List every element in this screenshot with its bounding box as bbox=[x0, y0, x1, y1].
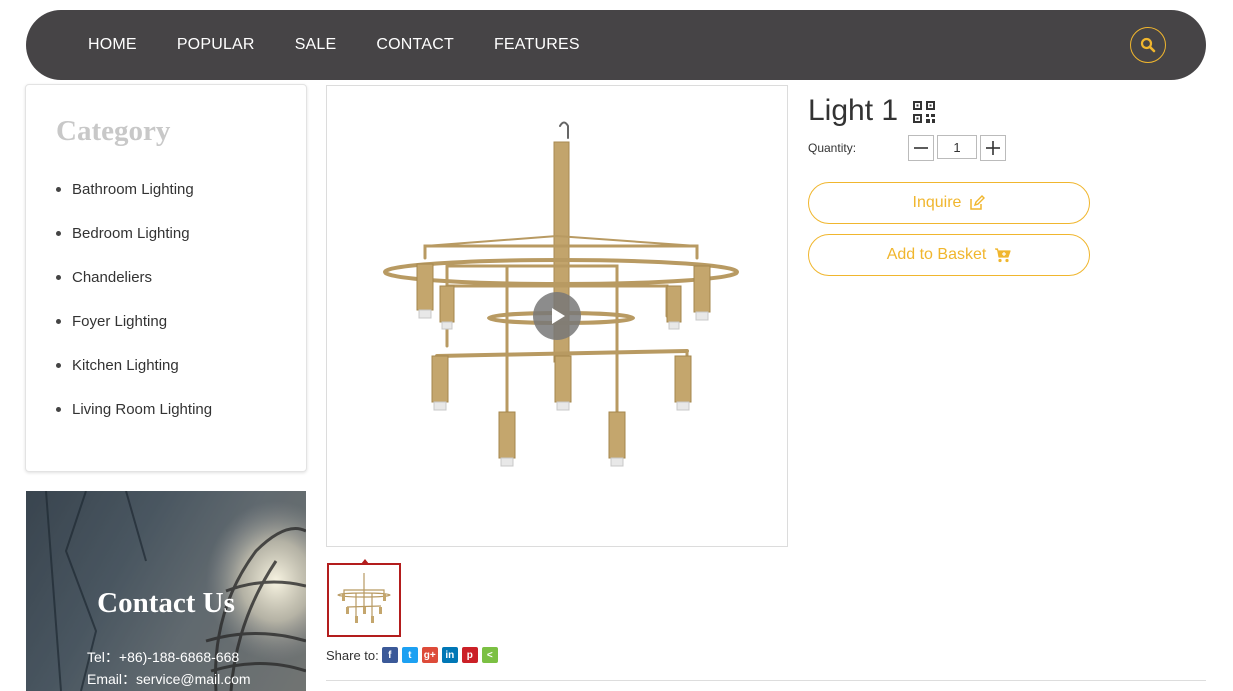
category-item-kitchen[interactable]: Kitchen Lighting bbox=[56, 355, 212, 399]
quantity-label: Quantity: bbox=[808, 141, 857, 155]
contact-banner: Contact Us Tel：+86)-188-6868-668 Email：s… bbox=[26, 491, 306, 691]
contact-email: Email：service@mail.com bbox=[87, 671, 251, 687]
nav-features[interactable]: FEATURES bbox=[494, 36, 580, 54]
share-label: Share to: bbox=[326, 647, 379, 663]
edit-icon bbox=[969, 195, 986, 211]
qr-code-icon[interactable] bbox=[912, 100, 936, 124]
nav-contact[interactable]: CONTACT bbox=[376, 36, 454, 54]
inquire-label: Inquire bbox=[912, 194, 962, 211]
quantity-increase-button[interactable] bbox=[980, 135, 1006, 161]
category-panel: Category Bathroom Lighting Bedroom Light… bbox=[25, 84, 307, 472]
category-item-foyer[interactable]: Foyer Lighting bbox=[56, 311, 212, 355]
category-item-bedroom[interactable]: Bedroom Lighting bbox=[56, 223, 212, 267]
add-to-basket-label: Add to Basket bbox=[886, 246, 987, 263]
linkedin-icon[interactable]: in bbox=[441, 647, 458, 663]
nav-sale[interactable]: SALE bbox=[295, 36, 337, 54]
minus-icon bbox=[914, 147, 928, 149]
play-icon bbox=[552, 308, 565, 324]
section-divider bbox=[326, 680, 1206, 681]
category-item-living-room[interactable]: Living Room Lighting bbox=[56, 399, 212, 443]
product-title: Light 1 bbox=[808, 94, 899, 127]
nav-popular[interactable]: POPULAR bbox=[177, 36, 255, 54]
category-item-chandeliers[interactable]: Chandeliers bbox=[56, 267, 212, 311]
product-main-image[interactable] bbox=[326, 85, 788, 547]
quantity-decrease-button[interactable] bbox=[908, 135, 934, 161]
twitter-icon[interactable]: t bbox=[401, 647, 418, 663]
quantity-input[interactable] bbox=[937, 135, 977, 159]
top-nav: HOME POPULAR SALE CONTACT FEATURES bbox=[26, 10, 1206, 80]
google-plus-icon[interactable]: g+ bbox=[421, 647, 438, 663]
search-icon bbox=[1140, 37, 1156, 53]
share-icon[interactable]: < bbox=[481, 647, 498, 663]
nav-home[interactable]: HOME bbox=[88, 36, 137, 54]
category-list: Bathroom Lighting Bedroom Lighting Chand… bbox=[56, 179, 212, 443]
chandelier-thumbnail-image bbox=[337, 573, 391, 623]
thumbnail-indicator bbox=[361, 559, 369, 564]
plus-icon bbox=[986, 141, 1000, 155]
category-title: Category bbox=[56, 115, 171, 147]
nav-links: HOME POPULAR SALE CONTACT FEATURES bbox=[88, 36, 620, 54]
facebook-icon[interactable]: f bbox=[381, 647, 398, 663]
cart-icon bbox=[994, 247, 1011, 263]
inquire-button[interactable]: Inquire bbox=[808, 182, 1090, 224]
play-video-button[interactable] bbox=[533, 292, 581, 340]
category-item-bathroom[interactable]: Bathroom Lighting bbox=[56, 179, 212, 223]
pinterest-icon[interactable]: p bbox=[461, 647, 478, 663]
contact-title: Contact Us bbox=[97, 587, 235, 619]
share-bar: Share to: f t g+ in p < bbox=[326, 647, 502, 663]
contact-tel: Tel：+86)-188-6868-668 bbox=[87, 649, 240, 665]
add-to-basket-button[interactable]: Add to Basket bbox=[808, 234, 1090, 276]
product-thumbnail[interactable] bbox=[327, 559, 401, 637]
search-button[interactable] bbox=[1130, 27, 1166, 63]
